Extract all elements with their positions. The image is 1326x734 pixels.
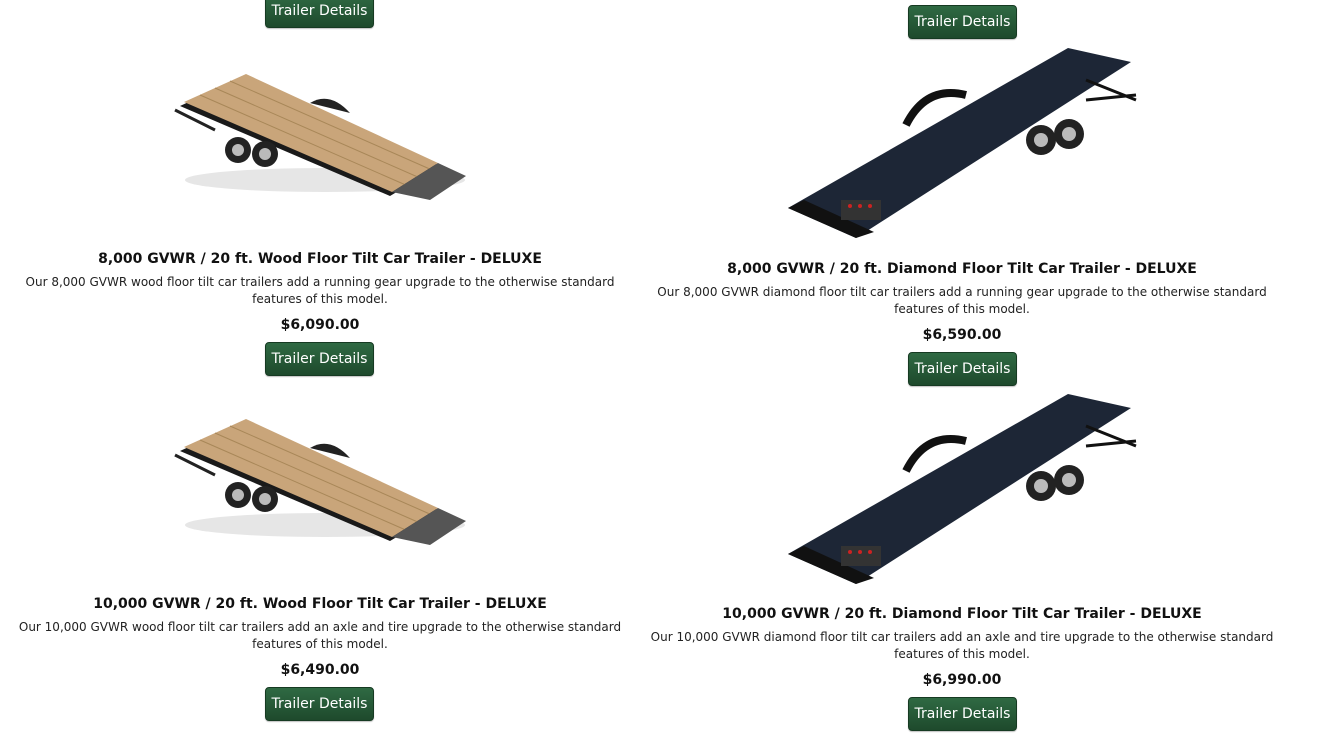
trailer-details-button[interactable]: Trailer Details — [265, 687, 374, 721]
trailer-details-button[interactable]: Trailer Details — [908, 5, 1017, 39]
product-description: Our 8,000 GVWR diamond floor tilt car tr… — [657, 285, 1267, 316]
product-price: $6,590.00 — [922, 327, 1002, 343]
product-description: Our 8,000 GVWR wood floor tilt car trail… — [25, 275, 615, 306]
product-price: $6,090.00 — [280, 317, 360, 333]
product-title: 10,000 GVWR / 20 ft. Diamond Floor Tilt … — [722, 606, 1202, 622]
wood-floor-trailer-icon[interactable] — [170, 413, 470, 558]
product-title: 8,000 GVWR / 20 ft. Wood Floor Tilt Car … — [98, 251, 542, 267]
trailer-details-button[interactable]: Trailer Details — [908, 352, 1017, 386]
trailer-details-button[interactable]: Trailer Details — [265, 342, 374, 376]
diamond-floor-trailer-icon[interactable] — [786, 386, 1141, 591]
product-price: $6,490.00 — [280, 662, 360, 678]
wood-floor-trailer-icon[interactable] — [170, 68, 470, 213]
product-title: 10,000 GVWR / 20 ft. Wood Floor Tilt Car… — [93, 596, 547, 612]
product-title: 8,000 GVWR / 20 ft. Diamond Floor Tilt C… — [727, 261, 1197, 277]
product-price: $6,990.00 — [922, 672, 1002, 688]
product-description: Our 10,000 GVWR diamond floor tilt car t… — [650, 630, 1274, 661]
product-description: Our 10,000 GVWR wood floor tilt car trai… — [18, 620, 622, 651]
trailer-details-button[interactable]: Trailer Details — [265, 0, 374, 28]
diamond-floor-trailer-icon[interactable] — [786, 40, 1141, 245]
trailer-details-button[interactable]: Trailer Details — [908, 697, 1017, 731]
